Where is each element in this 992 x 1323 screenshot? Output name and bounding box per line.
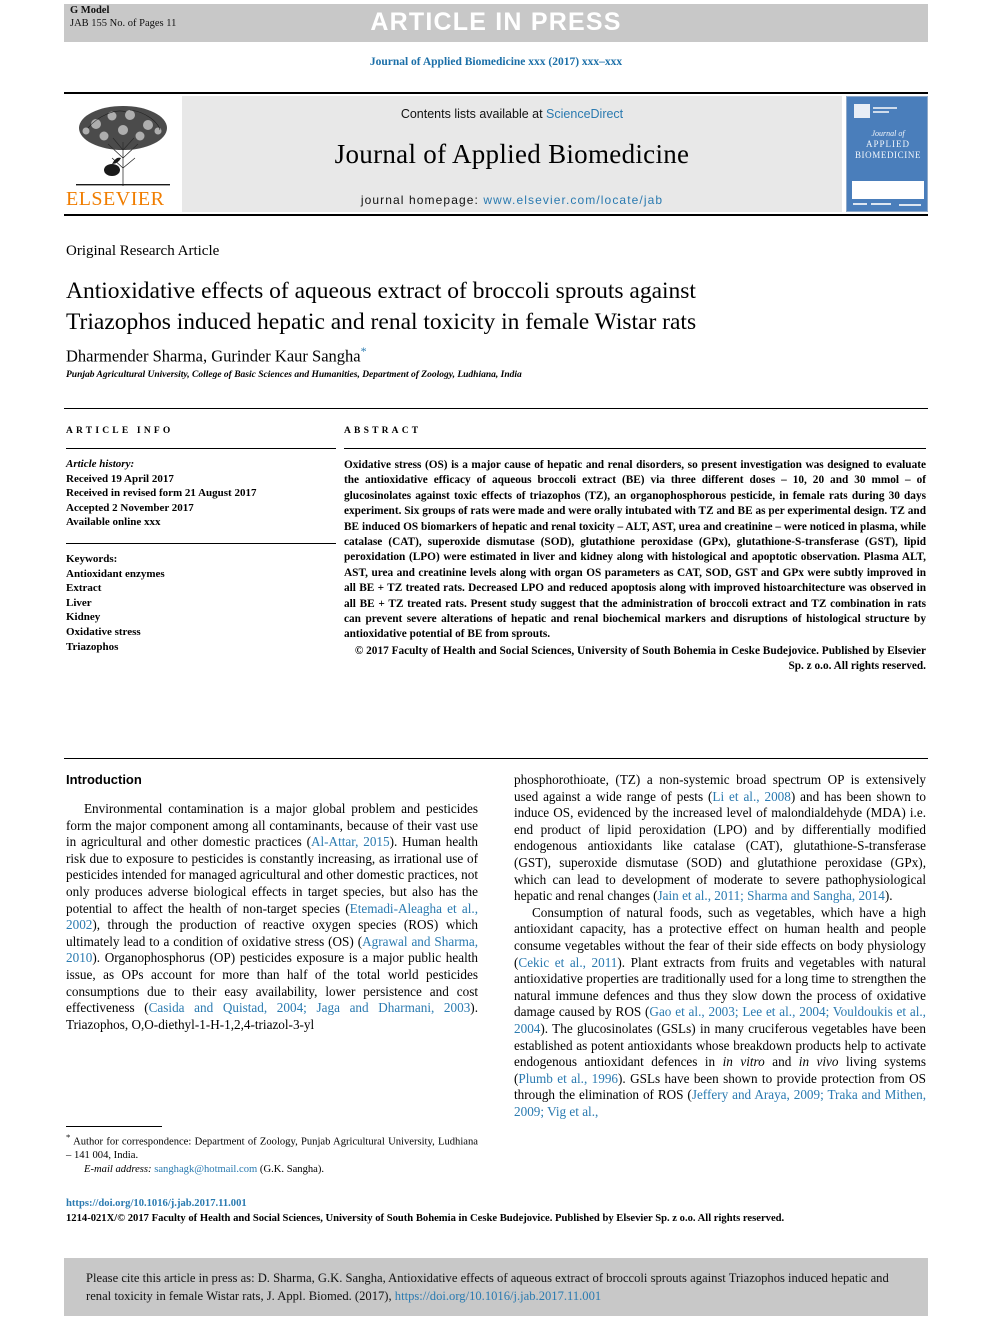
g-model-pages: JAB 155 No. of Pages 11 <box>70 17 177 29</box>
journal-cover-thumbnail: Journal of APPLIED BIOMEDICINE <box>846 96 928 212</box>
contents-prefix: Contents lists available at <box>400 107 547 121</box>
keyword-1: Extract <box>66 582 102 595</box>
section-heading-introduction: Introduction <box>66 772 142 787</box>
keyword-3: Kidney <box>66 611 101 624</box>
author-affiliation: Punjab Agricultural University, College … <box>66 370 522 380</box>
footnote-address: Author for correspondence: Department of… <box>66 1136 478 1162</box>
masthead-bottom-rule <box>64 214 928 216</box>
elsevier-wordmark: ELSEVIER <box>66 188 165 210</box>
body-column-left: Introduction Environmental contamination… <box>66 772 478 1033</box>
citation-li-2008[interactable]: Li et al., 2008 <box>712 789 790 804</box>
cover-white-strip <box>852 181 924 199</box>
homepage-label: journal homepage: <box>360 193 484 207</box>
email-owner: (G.K. Sangha). <box>259 1163 325 1175</box>
abstract-column: ABSTRACT Oxidative stress (OS) is a majo… <box>344 409 926 675</box>
email-link[interactable]: sanghagk@hotmail.com <box>154 1164 257 1175</box>
cover-footer-marks <box>851 201 925 210</box>
footnote-email-line: E-mail address: sanghagk@hotmail.com (G.… <box>66 1163 478 1177</box>
intro-paragraph-right-cont: phosphorothioate, (TZ) a non-systemic br… <box>514 772 926 905</box>
abstract-text: Oxidative stress (OS) is a major cause o… <box>344 459 926 641</box>
history-item-0: Received 19 April 2017 <box>66 472 174 485</box>
article-type-label: Original Research Article <box>66 243 220 259</box>
keyword-2: Liver <box>66 596 92 609</box>
abstract-copyright-line1: © 2017 Faculty of Health and Social Scie… <box>354 644 870 657</box>
page-title: Antioxidative effects of aqueous extract… <box>66 276 886 338</box>
article-history: Article history: Received 19 April 2017 … <box>66 449 336 530</box>
email-address-label: E-mail address: <box>84 1163 152 1175</box>
article-in-press-title: ARTICLE IN PRESS <box>370 8 622 36</box>
citation-jain-sharma-sangha[interactable]: Jain et al., 2011; Sharma and Sangha, 20… <box>658 888 885 903</box>
title-line-2: Triazophos induced hepatic and renal tox… <box>66 309 697 335</box>
citation-plumb-1996[interactable]: Plumb et al., 1996 <box>518 1071 618 1086</box>
author-list: Dharmender Sharma, Gurinder Kaur Sangha* <box>66 344 367 367</box>
journal-running-head: Journal of Applied Biomedicine xxx (2017… <box>369 56 623 68</box>
intro-italic-in-vitro: in vitro <box>722 1054 765 1070</box>
cite-this-article-box: Please cite this article in press as: D.… <box>64 1258 928 1316</box>
sciencedirect-link[interactable]: ScienceDirect <box>546 107 623 121</box>
cover-rule-2 <box>873 111 889 113</box>
cite-doi-link[interactable]: https://doi.org/10.1016/j.jab.2017.11.00… <box>395 1289 601 1303</box>
author-names: Dharmender Sharma, Gurinder Kaur Sangha <box>66 346 361 366</box>
title-line-1: Antioxidative effects of aqueous extract… <box>66 278 696 304</box>
info-abstract-block: ARTICLE INFO Article history: Received 1… <box>64 408 928 759</box>
journal-title: Journal of Applied Biomedicine <box>334 139 690 169</box>
abstract-heading: ABSTRACT <box>344 426 422 436</box>
cover-title-line1: Journal of <box>871 129 905 138</box>
cover-publisher-icon <box>854 104 870 118</box>
article-history-label: Article history: <box>66 458 135 470</box>
correspondence-footnote: * Author for correspondence: Department … <box>66 1126 478 1176</box>
homepage-url-link[interactable]: www.elsevier.com/locate/jab <box>483 193 663 207</box>
masthead-center-panel: Contents lists available at ScienceDirec… <box>182 96 842 212</box>
article-page: ARTICLE IN PRESS G Model JAB 155 No. of … <box>0 0 992 1323</box>
contents-lists-line: Contents lists available at ScienceDirec… <box>182 96 842 121</box>
elsevier-logo: ELSEVIER <box>64 96 182 212</box>
info-bottom-rule <box>64 758 928 759</box>
article-info-column: ARTICLE INFO Article history: Received 1… <box>66 409 336 654</box>
intro-italic-in-vivo: in vivo <box>798 1054 839 1070</box>
g-model-info: G Model JAB 155 No. of Pages 11 <box>70 5 176 30</box>
keyword-0: Antioxidant enzymes <box>66 567 165 580</box>
keywords-label: Keywords: <box>66 552 118 565</box>
history-item-1: Received in revised form 21 August 2017 <box>66 487 257 500</box>
footer-copyright: 1214-021X/© 2017 Faculty of Health and S… <box>66 1213 785 1224</box>
cite-this-article-text: Please cite this article in press as: D.… <box>86 1269 906 1305</box>
intro-right-text-c: ). <box>884 888 893 904</box>
cover-rule-1 <box>873 107 897 109</box>
footnote-text: * Author for correspondence: Department … <box>66 1127 478 1176</box>
article-info-heading: ARTICLE INFO <box>66 426 174 436</box>
history-item-3: Available online xxx <box>66 516 161 529</box>
journal-homepage-line: journal homepage: www.elsevier.com/locat… <box>182 170 842 207</box>
cover-title-line3: BIOMEDICINE <box>854 150 922 160</box>
keywords-list: Keywords: Antioxidant enzymes Extract Li… <box>66 544 336 654</box>
intro-paragraph-left: Environmental contamination is a major g… <box>66 801 478 1033</box>
history-item-2: Accepted 2 November 2017 <box>66 501 194 514</box>
corresponding-author-marker: * <box>360 344 367 358</box>
body-column-right: phosphorothioate, (TZ) a non-systemic br… <box>514 772 926 1120</box>
citation-casida-jaga[interactable]: Casida and Quistad, 2004; Jaga and Dharm… <box>149 1000 471 1015</box>
doi-link[interactable]: https://doi.org/10.1016/j.jab.2017.11.00… <box>66 1198 247 1209</box>
keyword-5: Triazophos <box>66 640 119 653</box>
g-model-label: G Model <box>70 5 110 16</box>
citation-al-attar-2015[interactable]: Al-Attar, 2015 <box>311 834 390 849</box>
cover-title-line2: APPLIED <box>865 139 910 149</box>
intro-paragraph-right-2: Consumption of natural foods, such as ve… <box>514 905 926 1121</box>
elsevier-tree-icon <box>68 98 178 190</box>
journal-masthead: ELSEVIER Contents lists available at Sci… <box>64 92 928 214</box>
intro-right2-text-d: and <box>764 1054 799 1070</box>
keyword-4: Oxidative stress <box>66 625 141 638</box>
abstract-copyright: © 2017 Faculty of Health and Social Scie… <box>344 643 926 675</box>
citation-cekic-2011[interactable]: Cekic et al., 2011 <box>518 955 617 970</box>
intro-right-text-b: ) and has been shown to induce OS, evide… <box>514 788 926 904</box>
